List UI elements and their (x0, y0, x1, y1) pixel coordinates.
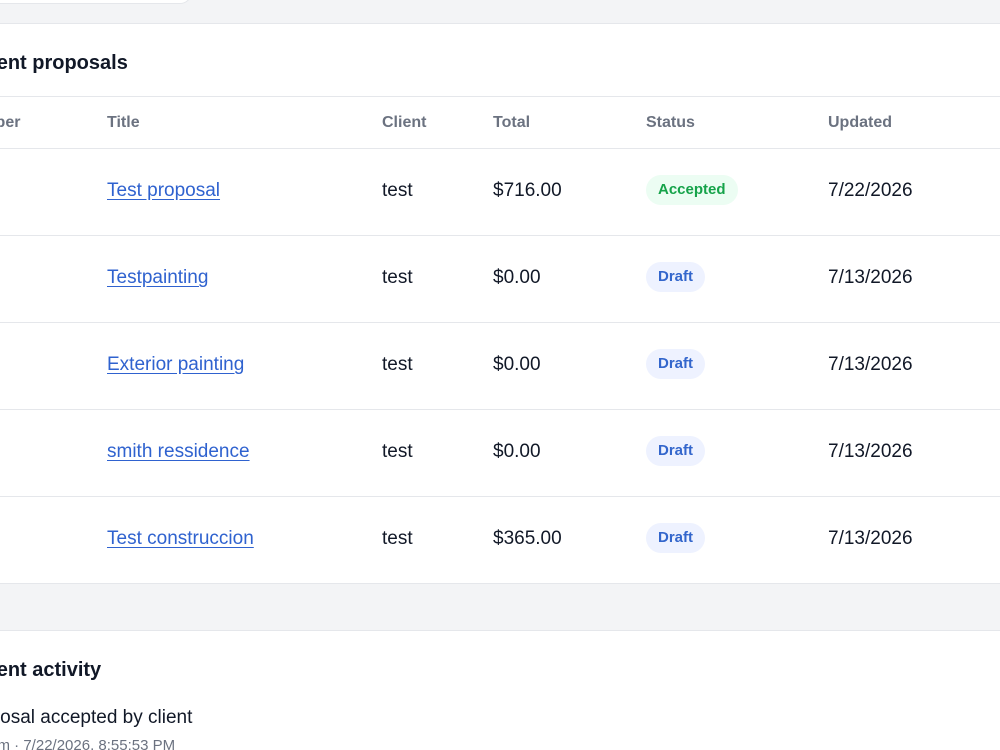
status-badge: Draft (646, 436, 706, 466)
proposal-total: $716.00 (493, 180, 562, 201)
status-badge: Draft (646, 349, 706, 379)
table-row: 6 Testpainting test $0.00 Draft 7/13/202… (0, 236, 1000, 323)
recent-activity-heading: Recent activity (0, 659, 102, 681)
proposal-client: test (382, 354, 413, 375)
column-header-client[interactable]: Client (382, 114, 426, 132)
table-row: 3 Test construccion test $365.00 Draft 7… (0, 497, 1000, 583)
proposal-title-cell: Test construccion (107, 528, 254, 550)
proposal-updated-date: 7/13/2026 (828, 354, 913, 375)
proposal-total: $0.00 (493, 441, 541, 462)
proposal-title-cell: Exterior painting (107, 354, 244, 376)
proposal-updated-date: 7/13/2026 (828, 267, 913, 288)
proposal-total: $365.00 (493, 528, 562, 549)
recent-proposals-card: Recent proposals Number Title Client Tot… (0, 23, 1000, 584)
proposal-client: test (382, 528, 413, 549)
column-header-number[interactable]: Number (0, 114, 20, 132)
proposal-client: test (382, 180, 413, 201)
proposal-updated-date: 7/13/2026 (828, 528, 913, 549)
proposal-title-link[interactable]: smith ressidence (107, 441, 250, 462)
search-field-edge[interactable] (0, 0, 192, 4)
status-badge: Draft (646, 523, 706, 553)
activity-item-text: Proposal accepted by client (0, 707, 193, 728)
proposal-title-cell: Testpainting (107, 267, 208, 289)
table-header: Number Title Client Total Status Updated (0, 97, 1000, 149)
proposal-title-cell: Test proposal (107, 180, 220, 202)
table-row: 7 Test proposal test $716.00 Accepted 7/… (0, 149, 1000, 236)
recent-proposals-heading: Recent proposals (0, 52, 128, 74)
proposal-updated-date: 7/13/2026 (828, 441, 913, 462)
column-header-title[interactable]: Title (107, 114, 140, 132)
proposal-title-link[interactable]: Testpainting (107, 267, 208, 288)
proposal-total: $0.00 (493, 267, 541, 288)
proposal-title-cell: smith ressidence (107, 441, 250, 463)
status-badge: Accepted (646, 175, 738, 205)
column-header-updated[interactable]: Updated (828, 114, 892, 132)
proposal-title-link[interactable]: Test construccion (107, 528, 254, 549)
proposal-total: $0.00 (493, 354, 541, 375)
column-header-total[interactable]: Total (493, 114, 530, 132)
proposal-title-link[interactable]: Exterior painting (107, 354, 244, 375)
activity-item-meta: System · 7/22/2026, 8:55:53 PM (0, 737, 176, 750)
proposal-client: test (382, 441, 413, 462)
proposal-title-link[interactable]: Test proposal (107, 180, 220, 201)
status-badge: Draft (646, 262, 706, 292)
proposal-client: test (382, 267, 413, 288)
table-row: 4 smith ressidence test $0.00 Draft 7/13… (0, 410, 1000, 497)
viewport: Recent proposals Number Title Client Tot… (0, 0, 1000, 750)
recent-activity-card: Recent activity Proposal accepted by cli… (0, 630, 1000, 750)
column-header-status[interactable]: Status (646, 114, 695, 132)
table-row: 5 Exterior painting test $0.00 Draft 7/1… (0, 323, 1000, 410)
proposal-updated-date: 7/22/2026 (828, 180, 913, 201)
proposals-table: Number Title Client Total Status Updated… (0, 97, 1000, 583)
